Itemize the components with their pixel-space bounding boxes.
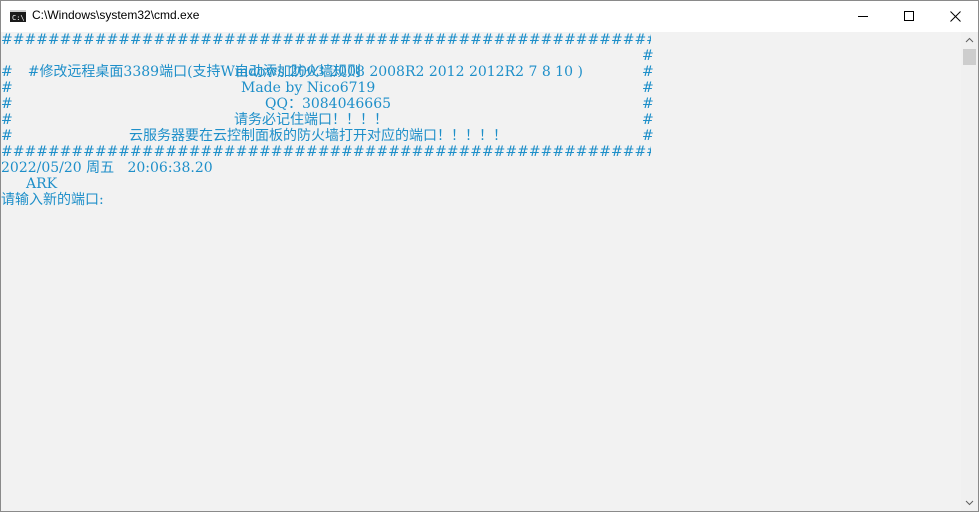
banner-right-hash: # bbox=[642, 112, 654, 128]
banner-left-hash: # bbox=[27, 64, 40, 80]
hostname-line: ARK bbox=[26, 176, 58, 192]
cmd-app-icon: C:\ bbox=[10, 10, 26, 22]
maximize-icon bbox=[904, 11, 914, 21]
banner-left-hash: # bbox=[1, 96, 13, 112]
banner-left-hash: # bbox=[1, 112, 13, 128]
minimize-button[interactable] bbox=[840, 1, 886, 32]
close-button[interactable] bbox=[932, 1, 978, 32]
banner-left-hash: # bbox=[1, 80, 13, 96]
banner-border-top: ########################################… bbox=[1, 32, 651, 48]
banner-author-line: Made by Nico6719 bbox=[241, 80, 376, 96]
vertical-scrollbar[interactable] bbox=[961, 32, 978, 511]
banner-cloud-firewall-line: 云服务器要在云控制面板的防火墙打开对应的端口！！！！！ bbox=[129, 128, 507, 144]
scroll-down-button[interactable] bbox=[961, 494, 978, 511]
banner-firewall-line: 自动添加防火墙规则 bbox=[235, 64, 361, 80]
banner-left-hash: # bbox=[1, 128, 13, 144]
cmd-window: C:\ C:\Windows\system32\cmd.exe ########… bbox=[0, 0, 979, 512]
banner-right-hash: # bbox=[642, 128, 654, 144]
port-input-prompt[interactable]: 请输入新的端口: bbox=[1, 192, 104, 208]
banner-row-1: #修改远程桌面3389端口(支持Windows 2003 2008 2008R2… bbox=[1, 48, 583, 80]
console-output[interactable]: ########################################… bbox=[1, 32, 961, 511]
banner-left-hash: # bbox=[1, 64, 13, 80]
title-bar[interactable]: C:\ C:\Windows\system32\cmd.exe bbox=[1, 1, 978, 32]
scroll-up-button[interactable] bbox=[961, 32, 978, 49]
banner-right-hash: # bbox=[642, 64, 654, 80]
window-title: C:\Windows\system32\cmd.exe bbox=[32, 8, 200, 22]
maximize-button[interactable] bbox=[886, 1, 932, 32]
minimize-icon bbox=[858, 16, 868, 17]
banner-qq-line: QQ：3084046665 bbox=[265, 96, 392, 112]
banner-border-bottom: ########################################… bbox=[1, 144, 651, 160]
banner-right-hash: # bbox=[642, 80, 654, 96]
scroll-thumb[interactable] bbox=[963, 49, 976, 65]
banner-right-hash: # bbox=[642, 96, 654, 112]
banner-right-hash: # bbox=[642, 48, 654, 64]
svg-text:C:\: C:\ bbox=[12, 14, 25, 22]
banner-remember-port-line: 请务必记住端口！！！！ bbox=[234, 112, 388, 128]
chevron-down-icon bbox=[965, 500, 974, 506]
close-icon bbox=[950, 11, 961, 22]
datetime-line: 2022/05/20 周五 20:06:38.20 bbox=[1, 160, 213, 176]
chevron-up-icon bbox=[965, 37, 974, 43]
